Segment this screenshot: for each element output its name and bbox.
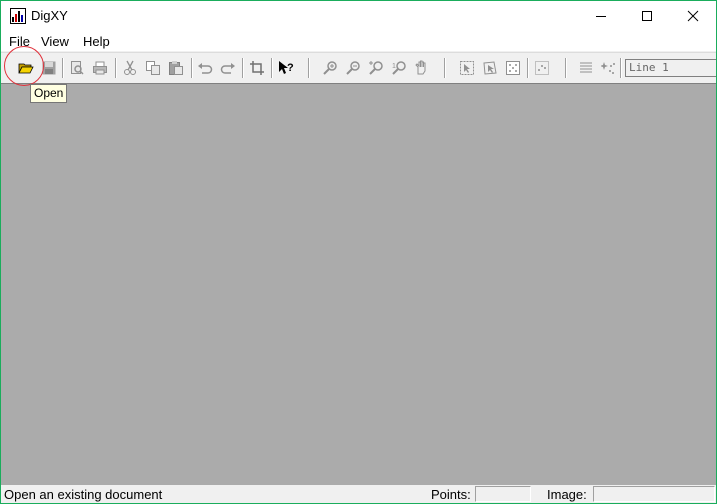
status-bar: Open an existing document Points: Image:	[1, 485, 716, 503]
menu-bar: File View Help	[1, 31, 716, 51]
context-help-icon: ?	[279, 61, 294, 74]
toolbar-separator	[115, 58, 117, 78]
select-point-button[interactable]	[480, 58, 500, 78]
menu-help[interactable]: Help	[83, 34, 110, 49]
status-message: Open an existing document	[4, 487, 163, 502]
points-label: Points:	[431, 487, 471, 502]
zoom-fit-button[interactable]	[366, 58, 386, 78]
sparkle-button[interactable]	[599, 58, 619, 78]
zoom-out-button[interactable]	[343, 58, 363, 78]
toolbar-separator	[565, 58, 567, 78]
print-preview-button[interactable]	[67, 58, 87, 78]
pan-button[interactable]	[412, 58, 432, 78]
grid-button[interactable]	[503, 58, 523, 78]
image-label: Image:	[547, 487, 587, 502]
list-button[interactable]	[576, 58, 596, 78]
zoom-fit-icon	[369, 61, 383, 75]
points-grid-button[interactable]	[532, 58, 552, 78]
workspace[interactable]	[1, 83, 716, 486]
toolbar-separator	[191, 58, 193, 78]
redo-icon	[220, 63, 235, 74]
svg-text:?: ?	[287, 62, 294, 74]
paste-button[interactable]	[166, 58, 186, 78]
minimize-icon	[596, 16, 606, 17]
print-button[interactable]	[90, 58, 110, 78]
select-icon	[460, 61, 474, 75]
menu-view[interactable]: View	[41, 34, 69, 49]
undo-button[interactable]	[195, 58, 215, 78]
crop-icon	[250, 61, 264, 75]
toolbar-separator	[620, 58, 622, 78]
zoom-out-icon	[346, 61, 360, 75]
app-window: DigXY File View Help ? 1 Line 1 Open an …	[0, 0, 717, 504]
undo-icon	[198, 63, 213, 74]
select-button[interactable]	[457, 58, 477, 78]
title-bar[interactable]: DigXY	[1, 1, 716, 31]
toolbar: ? 1 Line 1	[1, 52, 716, 83]
zoom-reset-icon: 1	[392, 61, 406, 75]
toolbar-separator	[527, 58, 529, 78]
list-icon	[580, 62, 592, 73]
context-help-button[interactable]: ?	[276, 58, 296, 78]
select-point-icon	[483, 61, 497, 75]
toolbar-separator	[308, 58, 310, 78]
points-value	[475, 486, 531, 502]
cut-button[interactable]	[120, 58, 140, 78]
copy-button[interactable]	[143, 58, 163, 78]
image-value	[593, 486, 715, 502]
maximize-button[interactable]	[624, 1, 670, 31]
svg-text:1: 1	[392, 63, 396, 70]
copy-icon	[146, 61, 160, 75]
close-button[interactable]	[670, 1, 716, 31]
sparkle-icon	[601, 62, 615, 74]
redo-button[interactable]	[218, 58, 238, 78]
toolbar-separator	[271, 58, 273, 78]
points-grid-icon	[535, 61, 549, 75]
tooltip: Open	[30, 84, 68, 103]
pan-icon	[415, 60, 426, 75]
zoom-reset-button[interactable]: 1	[389, 58, 409, 78]
toolbar-separator	[444, 58, 446, 78]
crop-button[interactable]	[247, 58, 267, 78]
paste-icon	[169, 61, 183, 75]
toolbar-separator	[242, 58, 244, 78]
print-preview-icon	[71, 61, 84, 75]
close-icon	[687, 10, 699, 22]
highlight-circle	[4, 46, 44, 86]
zoom-in-button[interactable]	[320, 58, 340, 78]
toolbar-separator	[62, 58, 64, 78]
zoom-in-icon	[323, 61, 337, 75]
minimize-button[interactable]	[578, 1, 624, 31]
maximize-icon	[642, 11, 652, 21]
line-selector[interactable]: Line 1	[625, 59, 716, 77]
cut-icon	[124, 60, 136, 75]
print-icon	[93, 61, 107, 75]
grid-icon	[506, 61, 520, 75]
app-icon	[10, 8, 26, 24]
window-title: DigXY	[31, 8, 68, 23]
